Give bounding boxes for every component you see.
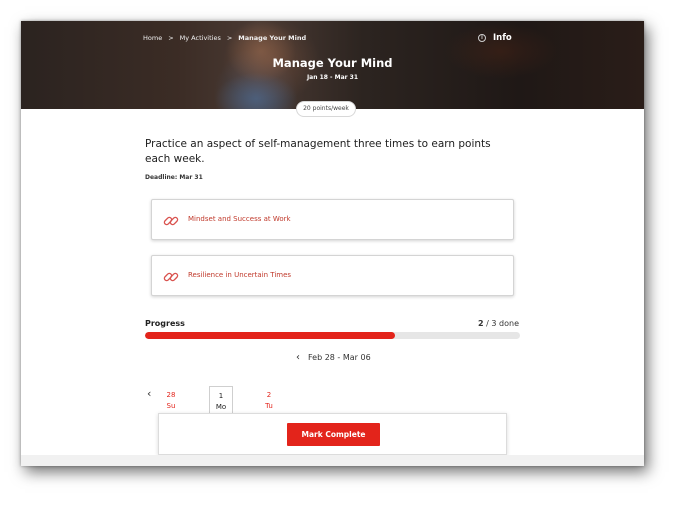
week-range: Feb 28 - Mar 06 xyxy=(308,353,371,362)
resource-link-label: Resilience in Uncertain Times xyxy=(188,271,292,279)
action-panel: Mark Complete xyxy=(158,413,507,455)
hero-banner: Home > My Activities > Manage Your Mind … xyxy=(21,21,644,109)
points-badge: 20 points/week xyxy=(296,101,356,117)
activity-description: Practice an aspect of self-management th… xyxy=(145,138,491,165)
breadcrumb-home[interactable]: Home xyxy=(143,34,162,42)
page-title: Manage Your Mind xyxy=(272,56,393,70)
chevron-left-icon[interactable]: ‹ xyxy=(296,352,300,362)
footer-strip xyxy=(21,455,644,466)
day-weekday: Mo xyxy=(215,403,227,411)
day-cell-selected[interactable]: 1 Mo xyxy=(209,386,233,416)
mark-complete-button[interactable]: Mark Complete xyxy=(287,423,380,446)
link-icon xyxy=(163,272,179,282)
day-number: 1 xyxy=(218,392,224,400)
date-range: Jan 18 - Mar 31 xyxy=(306,74,359,81)
progress-bar-fill xyxy=(145,332,396,339)
breadcrumb-separator: > xyxy=(226,34,233,42)
resource-link-card[interactable]: Resilience in Uncertain Times xyxy=(151,255,514,296)
resource-link-card[interactable]: Mindset and Success at Work xyxy=(151,199,514,240)
week-navigator: ‹ Feb 28 - Mar 06 xyxy=(296,352,371,362)
day-number: 2 xyxy=(266,391,272,399)
deadline-text: Deadline: Mar 31 xyxy=(145,174,203,181)
link-icon xyxy=(163,216,179,226)
progress-bar xyxy=(145,332,520,339)
resource-link-label: Mindset and Success at Work xyxy=(188,215,291,223)
breadcrumb-separator: > xyxy=(168,34,174,42)
breadcrumb: Home > My Activities > Manage Your Mind xyxy=(143,34,306,42)
app-window: Home > My Activities > Manage Your Mind … xyxy=(21,21,644,466)
chevron-left-icon[interactable]: ‹ xyxy=(147,387,151,400)
progress-label: Progress xyxy=(145,319,185,328)
info-button[interactable]: i Info xyxy=(478,33,512,43)
info-label: Info xyxy=(493,33,512,43)
day-number: 28 xyxy=(166,391,176,399)
breadcrumb-activities[interactable]: My Activities xyxy=(180,34,221,42)
progress-total: / 3 done xyxy=(483,319,519,328)
day-cell[interactable]: 28 Su xyxy=(159,386,183,416)
progress-count: 2 / 3 done xyxy=(461,319,519,328)
day-weekday: Su xyxy=(166,402,176,410)
breadcrumb-current: Manage Your Mind xyxy=(238,34,307,42)
day-weekday: Tu xyxy=(265,402,273,410)
info-icon: i xyxy=(478,34,486,42)
day-cell[interactable]: 2 Tu xyxy=(257,386,281,416)
